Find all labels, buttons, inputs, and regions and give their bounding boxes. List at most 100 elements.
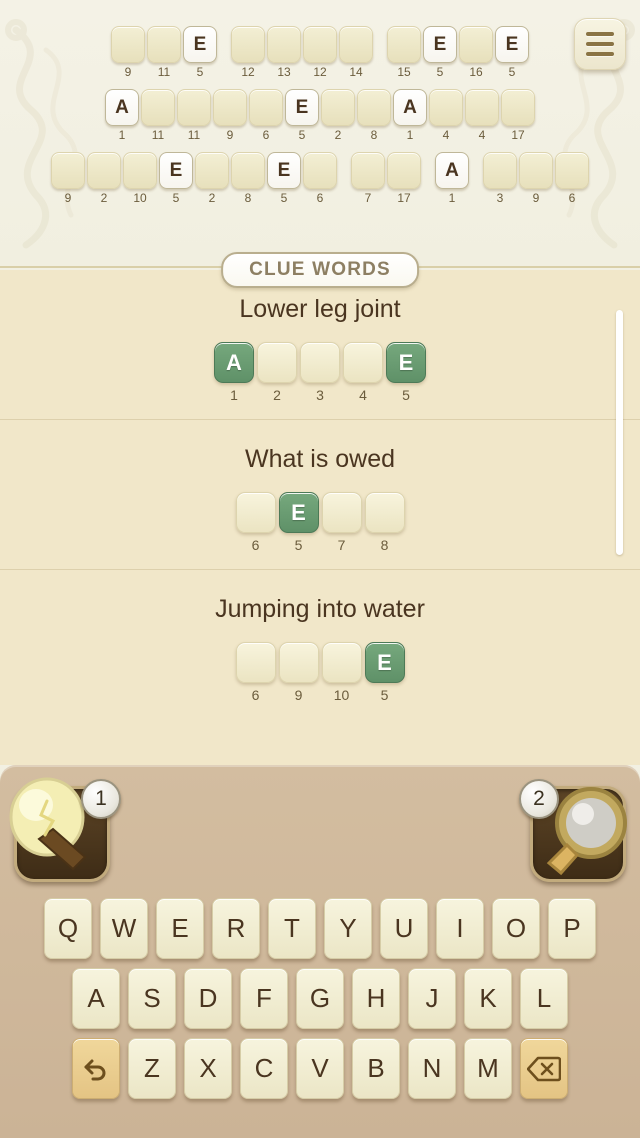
backspace-key[interactable]	[520, 1038, 568, 1099]
clue-tile[interactable]: E5	[364, 642, 405, 703]
key-f[interactable]: F	[240, 968, 288, 1029]
board-tile[interactable]: 10	[123, 152, 157, 205]
board-tile[interactable]: 11	[141, 89, 175, 142]
board-tile[interactable]: 4	[465, 89, 499, 142]
board-tile[interactable]: A1	[105, 89, 139, 142]
clue-tile[interactable]: 2	[257, 342, 297, 403]
board-tile[interactable]: 16	[459, 26, 493, 79]
board-tile[interactable]: 9	[111, 26, 145, 79]
clue-tile[interactable]: 7	[321, 492, 362, 553]
key-z[interactable]: Z	[128, 1038, 176, 1099]
clue-tile[interactable]: 4	[343, 342, 383, 403]
key-h[interactable]: H	[352, 968, 400, 1029]
board-tile[interactable]: 6	[303, 152, 337, 205]
clue-item[interactable]: Jumping into water 6 9 10 E 5	[0, 569, 640, 719]
board-tile[interactable]: 2	[87, 152, 121, 205]
board-tile-number: 9	[124, 65, 132, 79]
clue-tile-row: A1234E5	[0, 342, 640, 403]
key-a[interactable]: A	[72, 968, 120, 1029]
key-o[interactable]: O	[492, 898, 540, 959]
clue-tile[interactable]: E5	[278, 492, 319, 553]
board-tile[interactable]: 17	[501, 89, 535, 142]
key-m[interactable]: M	[464, 1038, 512, 1099]
board-tile[interactable]: 17	[387, 152, 421, 205]
board-tile[interactable]: E5	[495, 26, 529, 79]
board-tile[interactable]: 13	[267, 26, 301, 79]
clue-tile[interactable]: 10	[321, 642, 362, 703]
board-tile[interactable]: A1	[435, 152, 469, 205]
key-e[interactable]: E	[156, 898, 204, 959]
board-tile-number: 15	[397, 65, 411, 79]
undo-key[interactable]	[72, 1038, 120, 1099]
board-tile[interactable]: E5	[183, 26, 217, 79]
board-tile[interactable]: 11	[177, 89, 211, 142]
clue-tile[interactable]: E5	[386, 342, 426, 403]
clue-tile-number: 10	[333, 687, 350, 703]
hint-magnifier-button[interactable]: 2	[519, 779, 627, 882]
board-tile[interactable]: E5	[423, 26, 457, 79]
clue-list-panel[interactable]: Lower leg joint A 1 2 3 4 E 5 What is owed 6 E 5 7 8 J…	[0, 270, 640, 765]
board-tile[interactable]: 9	[213, 89, 247, 142]
board-tile[interactable]: 14	[339, 26, 373, 79]
hint-lightbulb-button[interactable]: 1	[9, 777, 121, 882]
clue-item[interactable]: Lower leg joint A 1 2 3 4 E 5	[0, 270, 640, 419]
board-tile-letter: E	[423, 26, 457, 63]
board-tile[interactable]: 7	[351, 152, 385, 205]
key-n[interactable]: N	[408, 1038, 456, 1099]
clue-item[interactable]: What is owed 6 E 5 7 8	[0, 419, 640, 569]
key-c[interactable]: C	[240, 1038, 288, 1099]
board-tile[interactable]: 2	[321, 89, 355, 142]
board-tile[interactable]: 9	[51, 152, 85, 205]
clue-tile[interactable]: 9	[278, 642, 319, 703]
clue-list-scrollbar[interactable]	[616, 310, 623, 555]
board-tile-number: 5	[508, 65, 516, 79]
key-v[interactable]: V	[296, 1038, 344, 1099]
board-tile-number: 8	[370, 128, 378, 142]
clue-tile[interactable]: 6	[235, 642, 276, 703]
key-x[interactable]: X	[184, 1038, 232, 1099]
board-tile[interactable]: E5	[285, 89, 319, 142]
board-tile[interactable]: 8	[357, 89, 391, 142]
clue-tile[interactable]: 8	[364, 492, 405, 553]
clue-tile-letter: E	[386, 342, 426, 383]
key-k[interactable]: K	[464, 968, 512, 1029]
key-w[interactable]: W	[100, 898, 148, 959]
board-tile[interactable]: 15	[387, 26, 421, 79]
board-tile[interactable]: 9	[519, 152, 553, 205]
clue-tile[interactable]: A1	[214, 342, 254, 403]
clue-tile-number: 1	[230, 387, 238, 403]
key-u[interactable]: U	[380, 898, 428, 959]
key-j[interactable]: J	[408, 968, 456, 1029]
board-tile[interactable]: 4	[429, 89, 463, 142]
board-tile[interactable]: 3	[483, 152, 517, 205]
key-i[interactable]: I	[436, 898, 484, 959]
clue-tile-number: 5	[402, 387, 410, 403]
key-l[interactable]: L	[520, 968, 568, 1029]
key-b[interactable]: B	[352, 1038, 400, 1099]
key-s[interactable]: S	[128, 968, 176, 1029]
board-tile[interactable]: 12	[303, 26, 337, 79]
clue-tile-letter: A	[214, 342, 254, 383]
clue-tile[interactable]: 6	[235, 492, 276, 553]
board-tile[interactable]: A1	[393, 89, 427, 142]
board-tile-number: 6	[316, 191, 324, 205]
board-tile[interactable]: 6	[555, 152, 589, 205]
board-tile[interactable]: 6	[249, 89, 283, 142]
board-tile[interactable]: E5	[267, 152, 301, 205]
key-g[interactable]: G	[296, 968, 344, 1029]
key-r[interactable]: R	[212, 898, 260, 959]
board-tile[interactable]: 11	[147, 26, 181, 79]
board-tile-letter: E	[267, 152, 301, 189]
board-tile[interactable]: E5	[159, 152, 193, 205]
key-d[interactable]: D	[184, 968, 232, 1029]
key-y[interactable]: Y	[324, 898, 372, 959]
key-t[interactable]: T	[268, 898, 316, 959]
clue-tile[interactable]: 3	[300, 342, 340, 403]
key-q[interactable]: Q	[44, 898, 92, 959]
board-tile[interactable]: 8	[231, 152, 265, 205]
board-tile[interactable]: 2	[195, 152, 229, 205]
board-tile-letter	[141, 89, 175, 126]
board-tile[interactable]: 12	[231, 26, 265, 79]
key-p[interactable]: P	[548, 898, 596, 959]
board-word-group: 3 9 6	[483, 152, 589, 205]
